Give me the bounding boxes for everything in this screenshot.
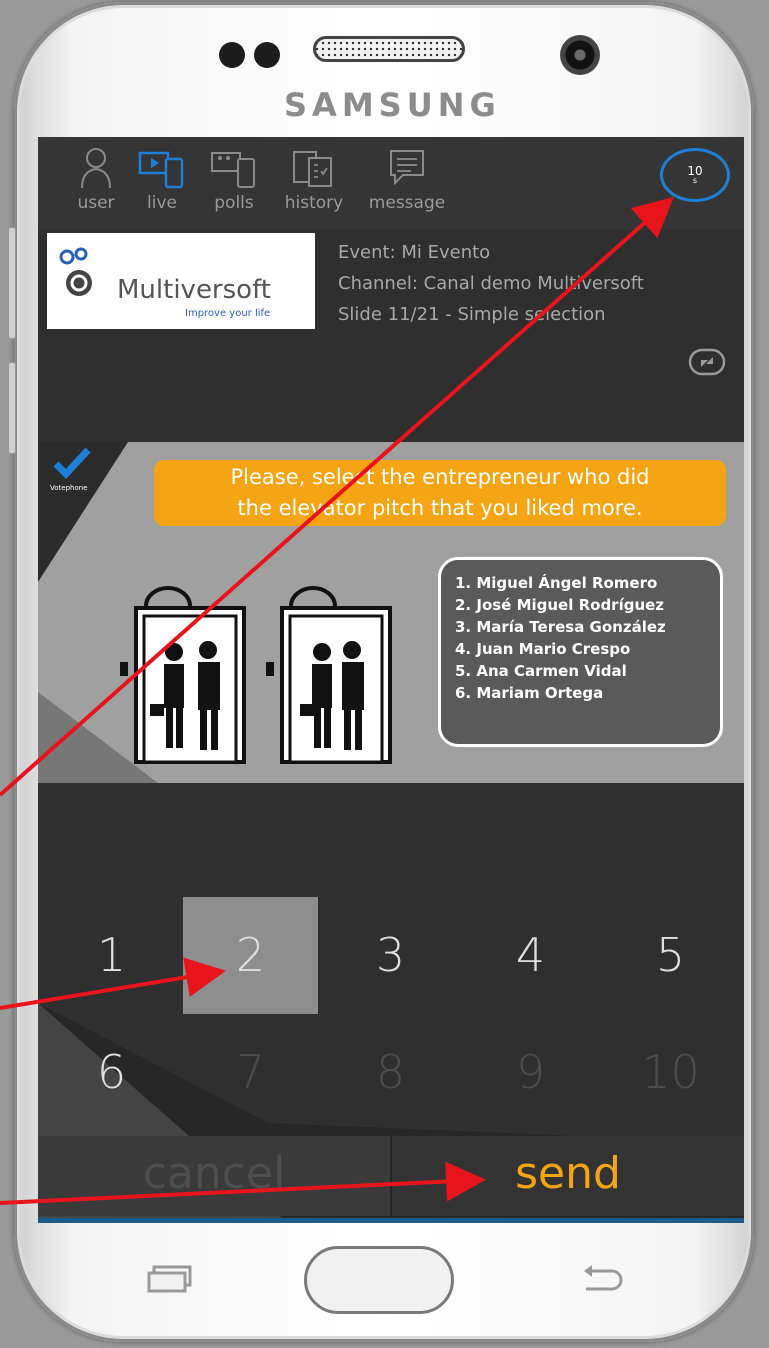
volume-button	[8, 227, 16, 339]
history-icon	[293, 151, 332, 187]
votephone-brand: Votephone	[50, 484, 88, 492]
option-3[interactable]: 3	[323, 897, 458, 1014]
back-icon[interactable]	[578, 1263, 626, 1293]
slide-image: Votephone Please, select the entrepreneu…	[38, 442, 744, 783]
send-button[interactable]: send	[392, 1136, 744, 1216]
live-icon	[138, 151, 184, 189]
poll-question: Please, select the entrepreneur who did …	[154, 460, 726, 526]
option-4[interactable]: 4	[463, 897, 598, 1014]
candidate-item: 1. Miguel Ángel Romero	[455, 574, 658, 592]
message-icon	[390, 150, 424, 186]
logo-tagline: Improve your life	[185, 308, 271, 319]
nav-bar: user live polls history message 10 s	[38, 137, 744, 230]
option-1[interactable]: 1	[44, 897, 179, 1014]
brand-logo: SAMSUNG	[284, 86, 501, 124]
nav-label-live: live	[147, 193, 177, 213]
light-sensor	[254, 42, 280, 68]
nav-item-history[interactable]: history	[284, 147, 344, 213]
question-line-2: the elevator pitch that you liked more.	[237, 496, 643, 520]
home-button[interactable]	[304, 1246, 454, 1314]
nav-item-polls[interactable]: polls	[204, 147, 264, 213]
recent-apps-icon[interactable]	[146, 1265, 196, 1293]
event-info: Event: Mi Evento Channel: Canal demo Mul…	[338, 237, 644, 330]
nav-item-message[interactable]: message	[368, 147, 446, 213]
nav-label-user: user	[77, 193, 115, 213]
candidate-item: 6. Mariam Ortega	[455, 684, 604, 702]
option-10: 10	[641, 1045, 700, 1099]
volume-button	[8, 362, 16, 454]
earpiece-speaker	[313, 36, 465, 62]
option-2[interactable]: 2	[183, 897, 318, 1014]
user-icon	[81, 148, 111, 189]
nav-item-user[interactable]: user	[66, 147, 126, 213]
timer-unit: s	[692, 176, 698, 185]
proximity-sensor	[219, 42, 245, 68]
countdown-timer: 10 s	[660, 148, 730, 202]
logo-text: Multiversoft	[117, 275, 271, 305]
nav-label-history: history	[284, 193, 344, 213]
slide-indicator: Slide 11/21 - Simple selection	[338, 304, 606, 325]
candidate-list: 1. Miguel Ángel Romero 2. José Miguel Ro…	[438, 557, 723, 747]
option-8: 8	[375, 1045, 406, 1099]
candidate-item: 5. Ana Carmen Vidal	[455, 662, 627, 680]
option-6[interactable]: 6	[44, 1014, 179, 1131]
polls-icon	[211, 152, 255, 188]
nav-label-message: message	[368, 193, 446, 213]
candidate-item: 2. José Miguel Rodríguez	[455, 596, 665, 614]
option-5[interactable]: 5	[603, 897, 738, 1014]
nav-label-polls: polls	[214, 193, 254, 213]
channel-name: Channel: Canal demo Multiversoft	[338, 273, 644, 294]
multiversoft-logo-icon	[59, 247, 92, 296]
option-9: 9	[515, 1045, 546, 1099]
front-camera	[560, 35, 600, 75]
expand-icon[interactable]	[688, 347, 726, 377]
action-bar: cancel send	[38, 1136, 744, 1216]
nav-item-live[interactable]: live	[132, 147, 192, 213]
screen-bottom-bar	[38, 1218, 744, 1223]
votephone-check-icon	[53, 448, 91, 480]
option-7: 7	[235, 1045, 266, 1099]
elevator-illustration	[120, 586, 392, 764]
question-line-1: Please, select the entrepreneur who did	[230, 465, 650, 489]
app-screen: user live polls history message 10 s Mul…	[38, 137, 744, 1223]
cancel-button[interactable]: cancel	[38, 1136, 390, 1216]
event-logo: Multiversoft Improve your life	[47, 233, 315, 329]
candidate-item: 4. Juan Mario Crespo	[455, 640, 631, 658]
event-name: Event: Mi Evento	[338, 242, 491, 263]
candidate-item: 3. María Teresa González	[455, 618, 666, 636]
